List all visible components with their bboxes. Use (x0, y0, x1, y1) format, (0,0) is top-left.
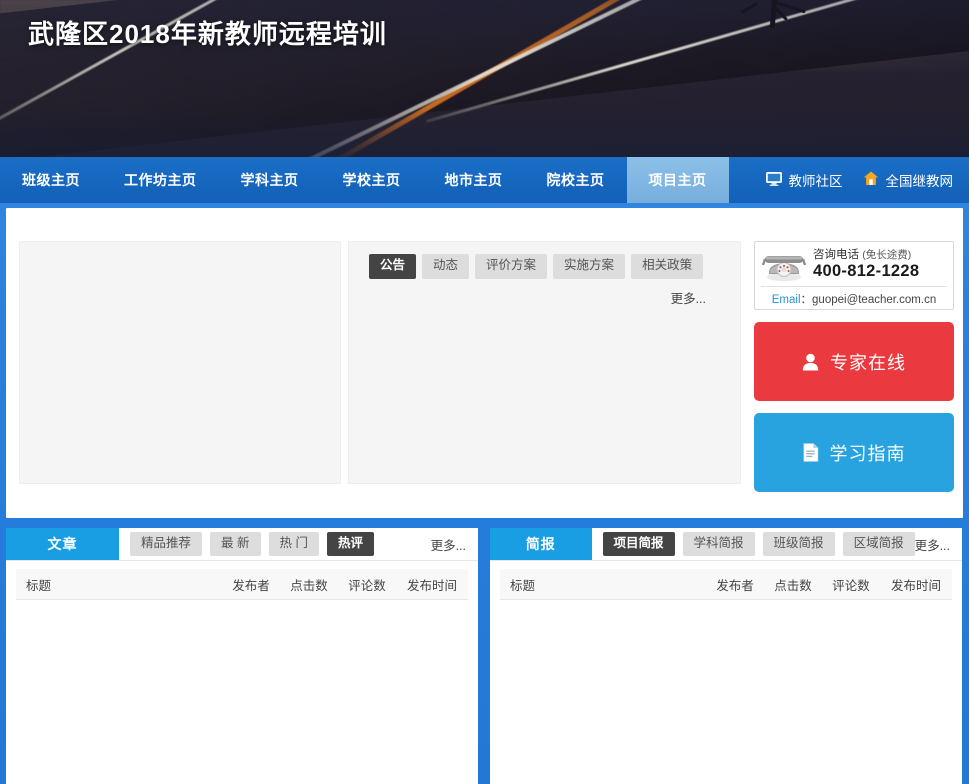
articles-panel-title[interactable]: 文章 (6, 528, 119, 560)
tab-announcement[interactable]: 公告 (369, 254, 417, 279)
bulletins-panel-title[interactable]: 简报 (490, 528, 592, 560)
contact-phone-row: 咨询电话 (免长途费) 400-812-1228 (761, 248, 947, 282)
nav-link-label: 全国继教网 (885, 174, 954, 189)
notice-more-link[interactable]: 更多... (349, 279, 740, 307)
tab-project-bulletin[interactable]: 项目简报 (602, 531, 675, 557)
study-guide-label: 学习指南 (829, 443, 906, 464)
column-header-title: 标题 (510, 578, 536, 593)
notice-tabs: 公告 动态 评价方案 实施方案 相关政策 (349, 242, 740, 279)
tab-class-bulletin[interactable]: 班级简报 (762, 531, 835, 557)
telephone-icon (761, 248, 807, 282)
tab-implementation-plan[interactable]: 实施方案 (553, 254, 626, 279)
tab-region-bulletin[interactable]: 区域简报 (842, 531, 915, 557)
contact-card: 咨询电话 (免长途费) 400-812-1228 Email：guopei@te… (754, 241, 954, 310)
articles-panel-header: 文章 精品推荐 最 新 热 门 热评 更多... (6, 528, 478, 561)
nav-item-class-home[interactable]: 班级主页 (0, 157, 102, 203)
site-banner: 武隆区2018年新教师远程培训 (0, 0, 969, 157)
email-separator: ： (800, 294, 813, 306)
nav-item-school-home[interactable]: 学校主页 (321, 157, 423, 203)
contact-label-note: (免长途费) (862, 249, 912, 262)
column-header-date: 发布时间 (406, 578, 457, 593)
nav-link-label: 教师社区 (788, 174, 843, 189)
expert-online-label: 专家在线 (830, 352, 906, 373)
media-placeholder-box (19, 241, 341, 484)
tab-subject-bulletin[interactable]: 学科简报 (682, 531, 755, 557)
contact-email-row: Email：guopei@teacher.com.cn (761, 286, 947, 307)
main-content-panel: 公告 动态 评价方案 实施方案 相关政策 更多... 咨询电话 (免长途费) 4… (6, 208, 963, 518)
bulletins-panel-header: 简报 项目简报 学科简报 班级简报 区域简报 更多... (490, 528, 962, 561)
page-title: 武隆区2018年新教师远程培训 (28, 19, 387, 49)
bulletins-table-body (490, 600, 962, 770)
study-guide-button[interactable]: 学习指南 (754, 413, 954, 492)
house-icon (863, 171, 879, 189)
monitor-icon (765, 171, 782, 189)
column-header-views: 点击数 (774, 578, 812, 593)
tab-evaluation-plan[interactable]: 评价方案 (475, 254, 548, 279)
nav-link-teacher-community[interactable]: 教师社区 (765, 170, 843, 190)
notice-box: 公告 动态 评价方案 实施方案 相关政策 更多... (348, 241, 741, 484)
articles-table-body (6, 600, 478, 770)
tab-related-policy[interactable]: 相关政策 (631, 254, 704, 279)
tab-popular[interactable]: 热 门 (268, 531, 319, 557)
tab-newest[interactable]: 最 新 (210, 531, 261, 557)
expert-online-button[interactable]: 专家在线 (754, 322, 954, 401)
bulletins-table-header: 标题 发布者 点击数 评论数 发布时间 (500, 569, 952, 600)
contact-label-row: 咨询电话 (免长途费) (813, 249, 947, 262)
document-icon (803, 443, 819, 462)
tab-featured[interactable]: 精品推荐 (130, 531, 203, 557)
sidebar-widgets: 咨询电话 (免长途费) 400-812-1228 Email：guopei@te… (754, 241, 954, 492)
contact-phone-number: 400-812-1228 (813, 261, 920, 280)
nav-link-national-training-net[interactable]: 全国继教网 (863, 170, 954, 190)
bottom-panels: 文章 精品推荐 最 新 热 门 热评 更多... 标题 发布者 点击数 评论数 … (6, 528, 963, 784)
contact-text: 咨询电话 (免长途费) 400-812-1228 (813, 248, 947, 281)
nav-right-links: 教师社区 全国继教网 (765, 157, 969, 203)
column-header-comments: 评论数 (832, 578, 870, 593)
column-header-comments: 评论数 (348, 578, 386, 593)
main-content-row: 公告 动态 评价方案 实施方案 相关政策 更多... 咨询电话 (免长途费) 4… (6, 208, 963, 492)
user-icon (802, 353, 819, 371)
nav-item-project-home[interactable]: 项目主页 (626, 157, 729, 203)
articles-panel: 文章 精品推荐 最 新 热 门 热评 更多... 标题 发布者 点击数 评论数 … (6, 528, 478, 784)
nav-item-city-home[interactable]: 地市主页 (423, 157, 525, 203)
main-navigation: 班级主页 工作坊主页 学科主页 学校主页 地市主页 院校主页 项目主页 教师社区 (0, 157, 969, 203)
column-header-publisher: 发布者 (232, 578, 270, 593)
nav-item-college-home[interactable]: 院校主页 (525, 157, 627, 203)
contact-label: 咨询电话 (813, 249, 859, 262)
articles-table-header: 标题 发布者 点击数 评论数 发布时间 (16, 569, 468, 600)
bulletins-panel: 简报 项目简报 学科简报 班级简报 区域简报 更多... 标题 发布者 点击数 … (490, 528, 962, 784)
bulletins-panel-tabs: 项目简报 学科简报 班级简报 区域简报 (592, 528, 915, 560)
column-header-title: 标题 (26, 578, 52, 593)
articles-panel-tabs: 精品推荐 最 新 热 门 热评 (119, 528, 431, 560)
bulletins-more-link[interactable]: 更多... (915, 528, 962, 560)
articles-more-link[interactable]: 更多... (431, 528, 478, 560)
nav-item-subject-home[interactable]: 学科主页 (219, 157, 321, 203)
column-header-views: 点击数 (290, 578, 328, 593)
column-header-publisher: 发布者 (716, 578, 754, 593)
column-header-date: 发布时间 (890, 578, 941, 593)
email-label: Email (771, 294, 801, 306)
nav-item-workshop-home[interactable]: 工作坊主页 (102, 157, 219, 203)
email-address[interactable]: guopei@teacher.com.cn (812, 294, 936, 306)
tab-most-commented[interactable]: 热评 (326, 531, 374, 557)
tab-dynamics[interactable]: 动态 (422, 254, 470, 279)
